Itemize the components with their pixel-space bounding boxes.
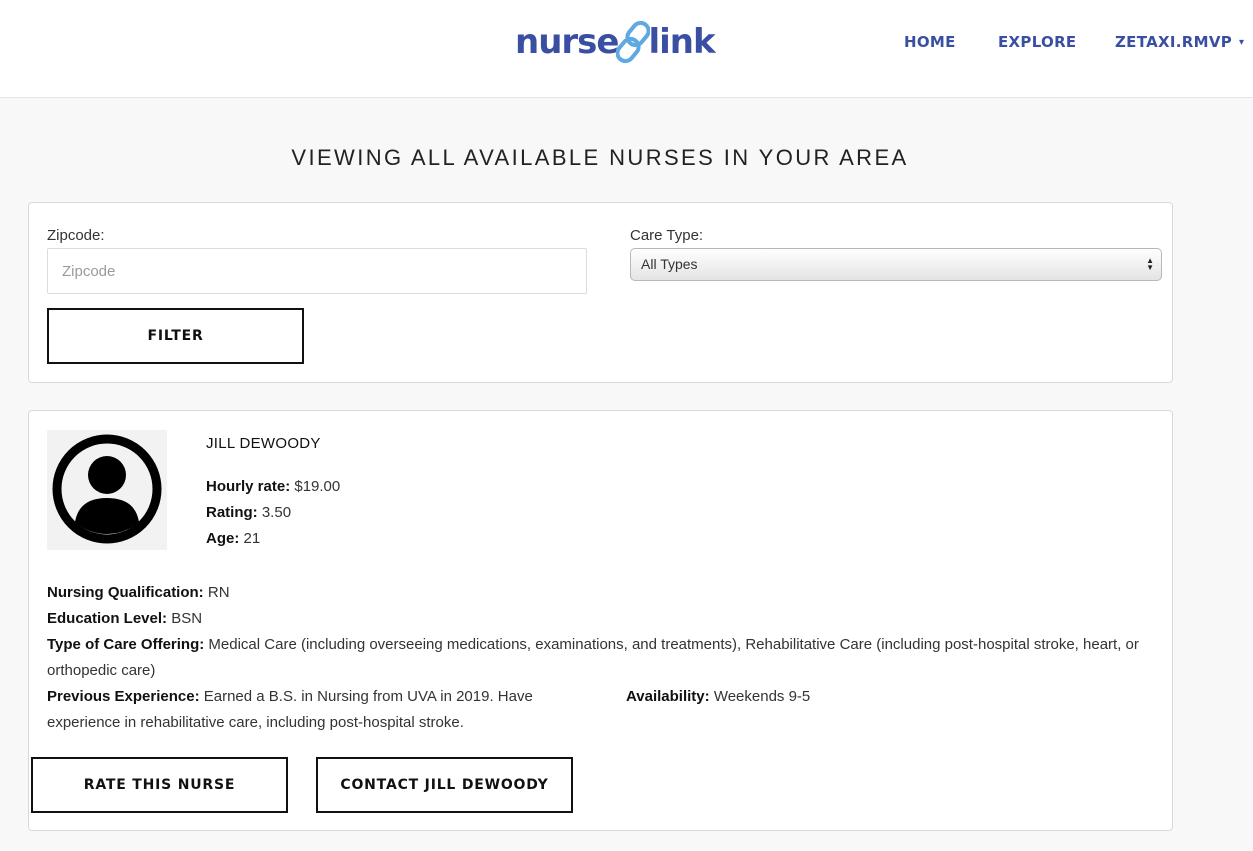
logo-text-nurse: nurse xyxy=(515,22,619,62)
care-type-selected-value: All Types xyxy=(641,256,698,272)
availability: Availability: Weekends 9-5 xyxy=(626,684,810,710)
nav-username: ZETAXI.RMVP xyxy=(1115,33,1233,51)
avatar-icon xyxy=(47,430,167,550)
rating: Rating: 3.50 xyxy=(206,500,291,526)
zipcode-label: Zipcode: xyxy=(47,227,105,244)
hourly-rate-value: $19.00 xyxy=(294,478,341,495)
filter-panel: Zipcode: Care Type: All Types ▲▼ FILTER xyxy=(28,202,1173,383)
caret-down-icon: ▾ xyxy=(1239,37,1245,48)
qualification-label: Nursing Qualification: xyxy=(47,584,204,601)
nav-home-link[interactable]: HOME xyxy=(904,33,956,51)
care-type-offering-value: Medical Care (including overseeing medic… xyxy=(47,636,1139,679)
nurse-name: JILL DEWOODY xyxy=(206,435,321,452)
logo-text-link: link xyxy=(648,22,715,62)
nurse-card: JILL DEWOODY Hourly rate: $19.00 Rating:… xyxy=(28,410,1173,831)
hourly-rate-label: Hourly rate: xyxy=(206,478,291,495)
nav-user-menu[interactable]: ZETAXI.RMVP ▾ xyxy=(1115,33,1244,51)
availability-label: Availability: xyxy=(626,688,710,705)
experience-label: Previous Experience: xyxy=(47,688,200,705)
rate-nurse-button[interactable]: RATE THIS NURSE xyxy=(31,757,288,813)
qualification-value: RN xyxy=(207,584,230,601)
nav-explore-link[interactable]: EXPLORE xyxy=(998,33,1076,51)
age-value: 21 xyxy=(243,530,261,547)
care-type-label: Care Type: xyxy=(630,227,704,244)
care-type-offering: Type of Care Offering: Medical Care (inc… xyxy=(47,632,1157,684)
previous-experience: Previous Experience: Earned a B.S. in Nu… xyxy=(47,684,577,736)
age: Age: 21 xyxy=(206,526,260,552)
page-title: VIEWING ALL AVAILABLE NURSES IN YOUR ARE… xyxy=(291,145,909,170)
zipcode-input[interactable] xyxy=(47,248,587,294)
care-type-select[interactable]: All Types ▲ ▼ xyxy=(630,248,1162,281)
education-label: Education Level: xyxy=(47,610,168,627)
rating-value: 3.50 xyxy=(261,504,292,521)
education-level: Education Level: BSN xyxy=(47,606,202,632)
contact-nurse-button[interactable]: CONTACT JILL DEWOODY xyxy=(316,757,573,813)
education-value: BSN xyxy=(171,610,203,627)
nursing-qualification: Nursing Qualification: RN xyxy=(47,580,230,606)
top-navbar: nurse link HOME EXPLORE ZETAXI.RMVP ▾ xyxy=(0,0,1253,98)
hourly-rate: Hourly rate: $19.00 xyxy=(206,474,340,500)
nurselink-logo[interactable]: nurse link xyxy=(515,16,716,68)
rating-label: Rating: xyxy=(206,504,258,521)
chain-link-icon xyxy=(615,20,652,64)
care-type-offering-label: Type of Care Offering: xyxy=(47,636,205,653)
availability-value: Weekends 9-5 xyxy=(713,688,811,705)
select-arrows-icon: ▲ ▼ xyxy=(1146,256,1154,272)
filter-button[interactable]: FILTER xyxy=(47,308,304,364)
age-label: Age: xyxy=(206,530,240,547)
